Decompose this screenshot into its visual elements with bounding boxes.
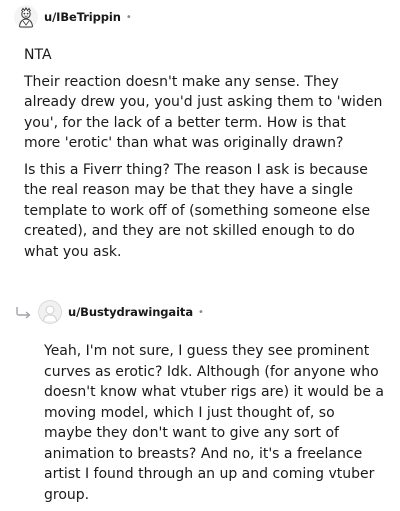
comment-paragraph: NTA bbox=[24, 47, 52, 63]
username[interactable]: u/IBeTrippin bbox=[44, 10, 121, 24]
separator-dot: • bbox=[125, 11, 132, 23]
comment-header: u/Bustydrawingaita • bbox=[14, 298, 204, 326]
reply-arrow-icon bbox=[14, 304, 34, 320]
user-avatar-icon[interactable] bbox=[38, 300, 62, 324]
comment-paragraph: Yeah, I'm not sure, I guess they see pro… bbox=[44, 343, 384, 503]
separator-dot: • bbox=[198, 306, 204, 318]
comment-body: Yeah, I'm not sure, I guess they see pro… bbox=[44, 341, 384, 511]
user-avatar-icon[interactable] bbox=[14, 5, 38, 29]
comment-body: NTA Their reaction doesn't make any sens… bbox=[24, 45, 384, 268]
comment-paragraph: Their reaction doesn't make any sense. T… bbox=[24, 73, 383, 152]
comment-paragraph: Is this a Fiverr thing? The reason I ask… bbox=[24, 161, 371, 260]
username[interactable]: u/Bustydrawingaita bbox=[68, 305, 193, 319]
comment-header: u/IBeTrippin • bbox=[14, 3, 132, 31]
